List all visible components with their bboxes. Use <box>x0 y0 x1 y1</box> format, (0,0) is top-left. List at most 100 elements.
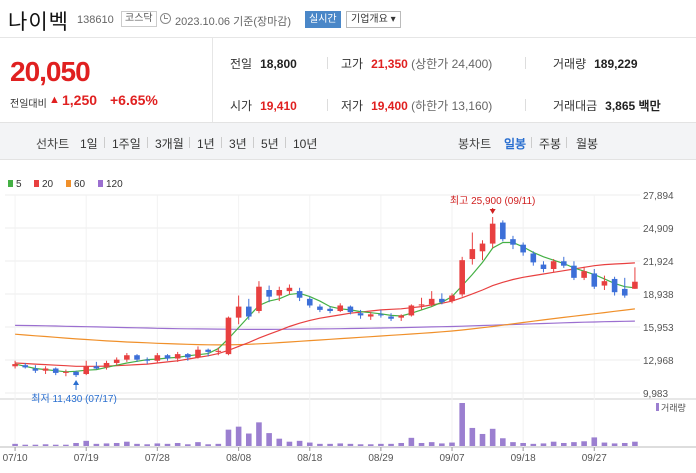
period-3y[interactable]: 3년 <box>229 135 247 152</box>
volume-bar <box>205 444 211 446</box>
candle-body <box>510 239 516 245</box>
price-block: 20,050 전일대비 ▲ 1,250 +6.65% <box>0 38 212 122</box>
divider <box>525 99 526 111</box>
candle-body <box>398 315 405 318</box>
volume-bar <box>296 440 303 446</box>
volume-bar <box>540 443 547 446</box>
candle-body <box>235 306 242 318</box>
realtime-button[interactable]: 실시간 <box>305 11 341 28</box>
period-1w[interactable]: 1주일 <box>112 135 141 152</box>
period-3m[interactable]: 3개월 <box>155 135 184 152</box>
candle-weekly[interactable]: 주봉 <box>539 135 561 152</box>
divider <box>525 57 526 69</box>
clock-icon <box>160 13 171 24</box>
volume-bar <box>306 442 313 446</box>
candle-body <box>459 260 465 295</box>
y-tick-label: 21,924 <box>643 257 674 268</box>
volume-bar <box>103 443 110 446</box>
candle-body <box>601 281 608 286</box>
volume-bar <box>185 444 191 446</box>
volume-bar <box>459 403 465 446</box>
volume-bar <box>42 444 49 446</box>
lower-limit: (하한가 13,160) <box>411 99 493 113</box>
candle-body <box>581 271 587 278</box>
volume-bar <box>510 442 516 446</box>
legend-swatch-20 <box>34 180 39 187</box>
candle-body <box>489 223 496 244</box>
candle-body <box>164 355 171 359</box>
volume-bar <box>63 444 69 446</box>
candle-body <box>520 244 526 253</box>
change-label: 전일대비 <box>10 99 47 110</box>
legend-swatch-120 <box>98 180 103 187</box>
volume-bar <box>73 442 79 446</box>
candle-body <box>591 273 598 287</box>
candle-body <box>52 368 59 373</box>
volume-bar <box>276 438 283 446</box>
annotations: 최고 25,900 (09/11) 최저 11,430 (07/17) <box>31 195 535 405</box>
candle-body <box>540 264 547 269</box>
stat-label: 전일 <box>230 57 253 71</box>
stock-header: 나이벡 138610 코스닥 2023.10.06 기준(장마감) 실시간 기업… <box>0 0 696 38</box>
stat-volume: 거래량 189,229 <box>553 55 638 72</box>
candle-body <box>276 290 283 296</box>
divider <box>285 137 286 148</box>
stat-open: 시가 19,410 <box>230 97 297 114</box>
volume-bars: 거래량 <box>12 402 686 446</box>
volume-bar <box>408 437 415 446</box>
candle-body <box>571 265 577 278</box>
stock-chart[interactable]: 5 20 60 120 거래량 27,894 24,909 21,924 18,938 15,… <box>0 175 696 473</box>
volume-bar <box>113 442 120 446</box>
volume-bar <box>367 444 374 446</box>
x-tick-label: 09/07 <box>440 453 465 464</box>
volume-bar <box>154 443 161 446</box>
volume-bar <box>428 442 435 446</box>
candle-body <box>63 371 69 373</box>
period-10y[interactable]: 10년 <box>293 135 317 152</box>
candle-body <box>215 350 222 352</box>
stock-name: 나이벡 <box>8 11 69 34</box>
volume-bar <box>93 443 100 446</box>
volume-bar <box>144 444 150 446</box>
volume-bar <box>124 441 130 446</box>
volume-bar <box>388 443 394 446</box>
candle-monthly[interactable]: 월봉 <box>576 135 598 152</box>
candles <box>12 217 638 378</box>
candle-daily[interactable]: 일봉 <box>504 135 526 152</box>
change-percent: +6.65% <box>110 92 158 108</box>
chart-toolbar: 선차트 1일 1주일 3개월 1년 3년 5년 10년 봉차트 일봉 주봉 월봉 <box>0 122 696 160</box>
period-5y[interactable]: 5년 <box>261 135 279 152</box>
x-tick-label: 08/29 <box>368 453 393 464</box>
candle-body <box>103 362 110 368</box>
volume-bar <box>611 443 618 446</box>
candle-body <box>73 371 79 376</box>
volume-bar <box>520 442 526 446</box>
y-tick-label: 12,968 <box>643 356 674 367</box>
volume-bar <box>317 443 323 446</box>
chart-grid <box>0 194 696 451</box>
candle-body <box>124 355 130 360</box>
candle-body <box>245 306 252 317</box>
candle-body <box>256 286 262 312</box>
company-overview-label: 기업개요 <box>351 14 388 25</box>
stat-prev-close: 전일 18,800 <box>230 55 297 72</box>
chart-legend: 5 20 60 120 <box>8 179 123 190</box>
candle-body <box>185 354 191 358</box>
volume-bar <box>134 443 140 446</box>
stat-label: 시가 <box>230 99 253 113</box>
stat-unit: 백만 <box>638 99 661 113</box>
candle-body <box>388 316 394 319</box>
y-tick-label: 18,938 <box>643 290 674 301</box>
volume-bar <box>489 428 496 446</box>
period-1d[interactable]: 1일 <box>80 135 98 152</box>
candle-body <box>83 366 90 375</box>
candle-body <box>306 298 313 306</box>
volume-bar <box>571 442 577 446</box>
volume-bar <box>347 443 354 446</box>
company-overview-button[interactable]: 기업개요 ▾ <box>346 11 401 28</box>
date-text: 2023.10.06 <box>175 16 231 28</box>
stat-label: 고가 <box>341 57 364 71</box>
period-1y[interactable]: 1년 <box>197 135 215 152</box>
volume-bar <box>225 429 232 446</box>
candle-body <box>154 355 161 361</box>
